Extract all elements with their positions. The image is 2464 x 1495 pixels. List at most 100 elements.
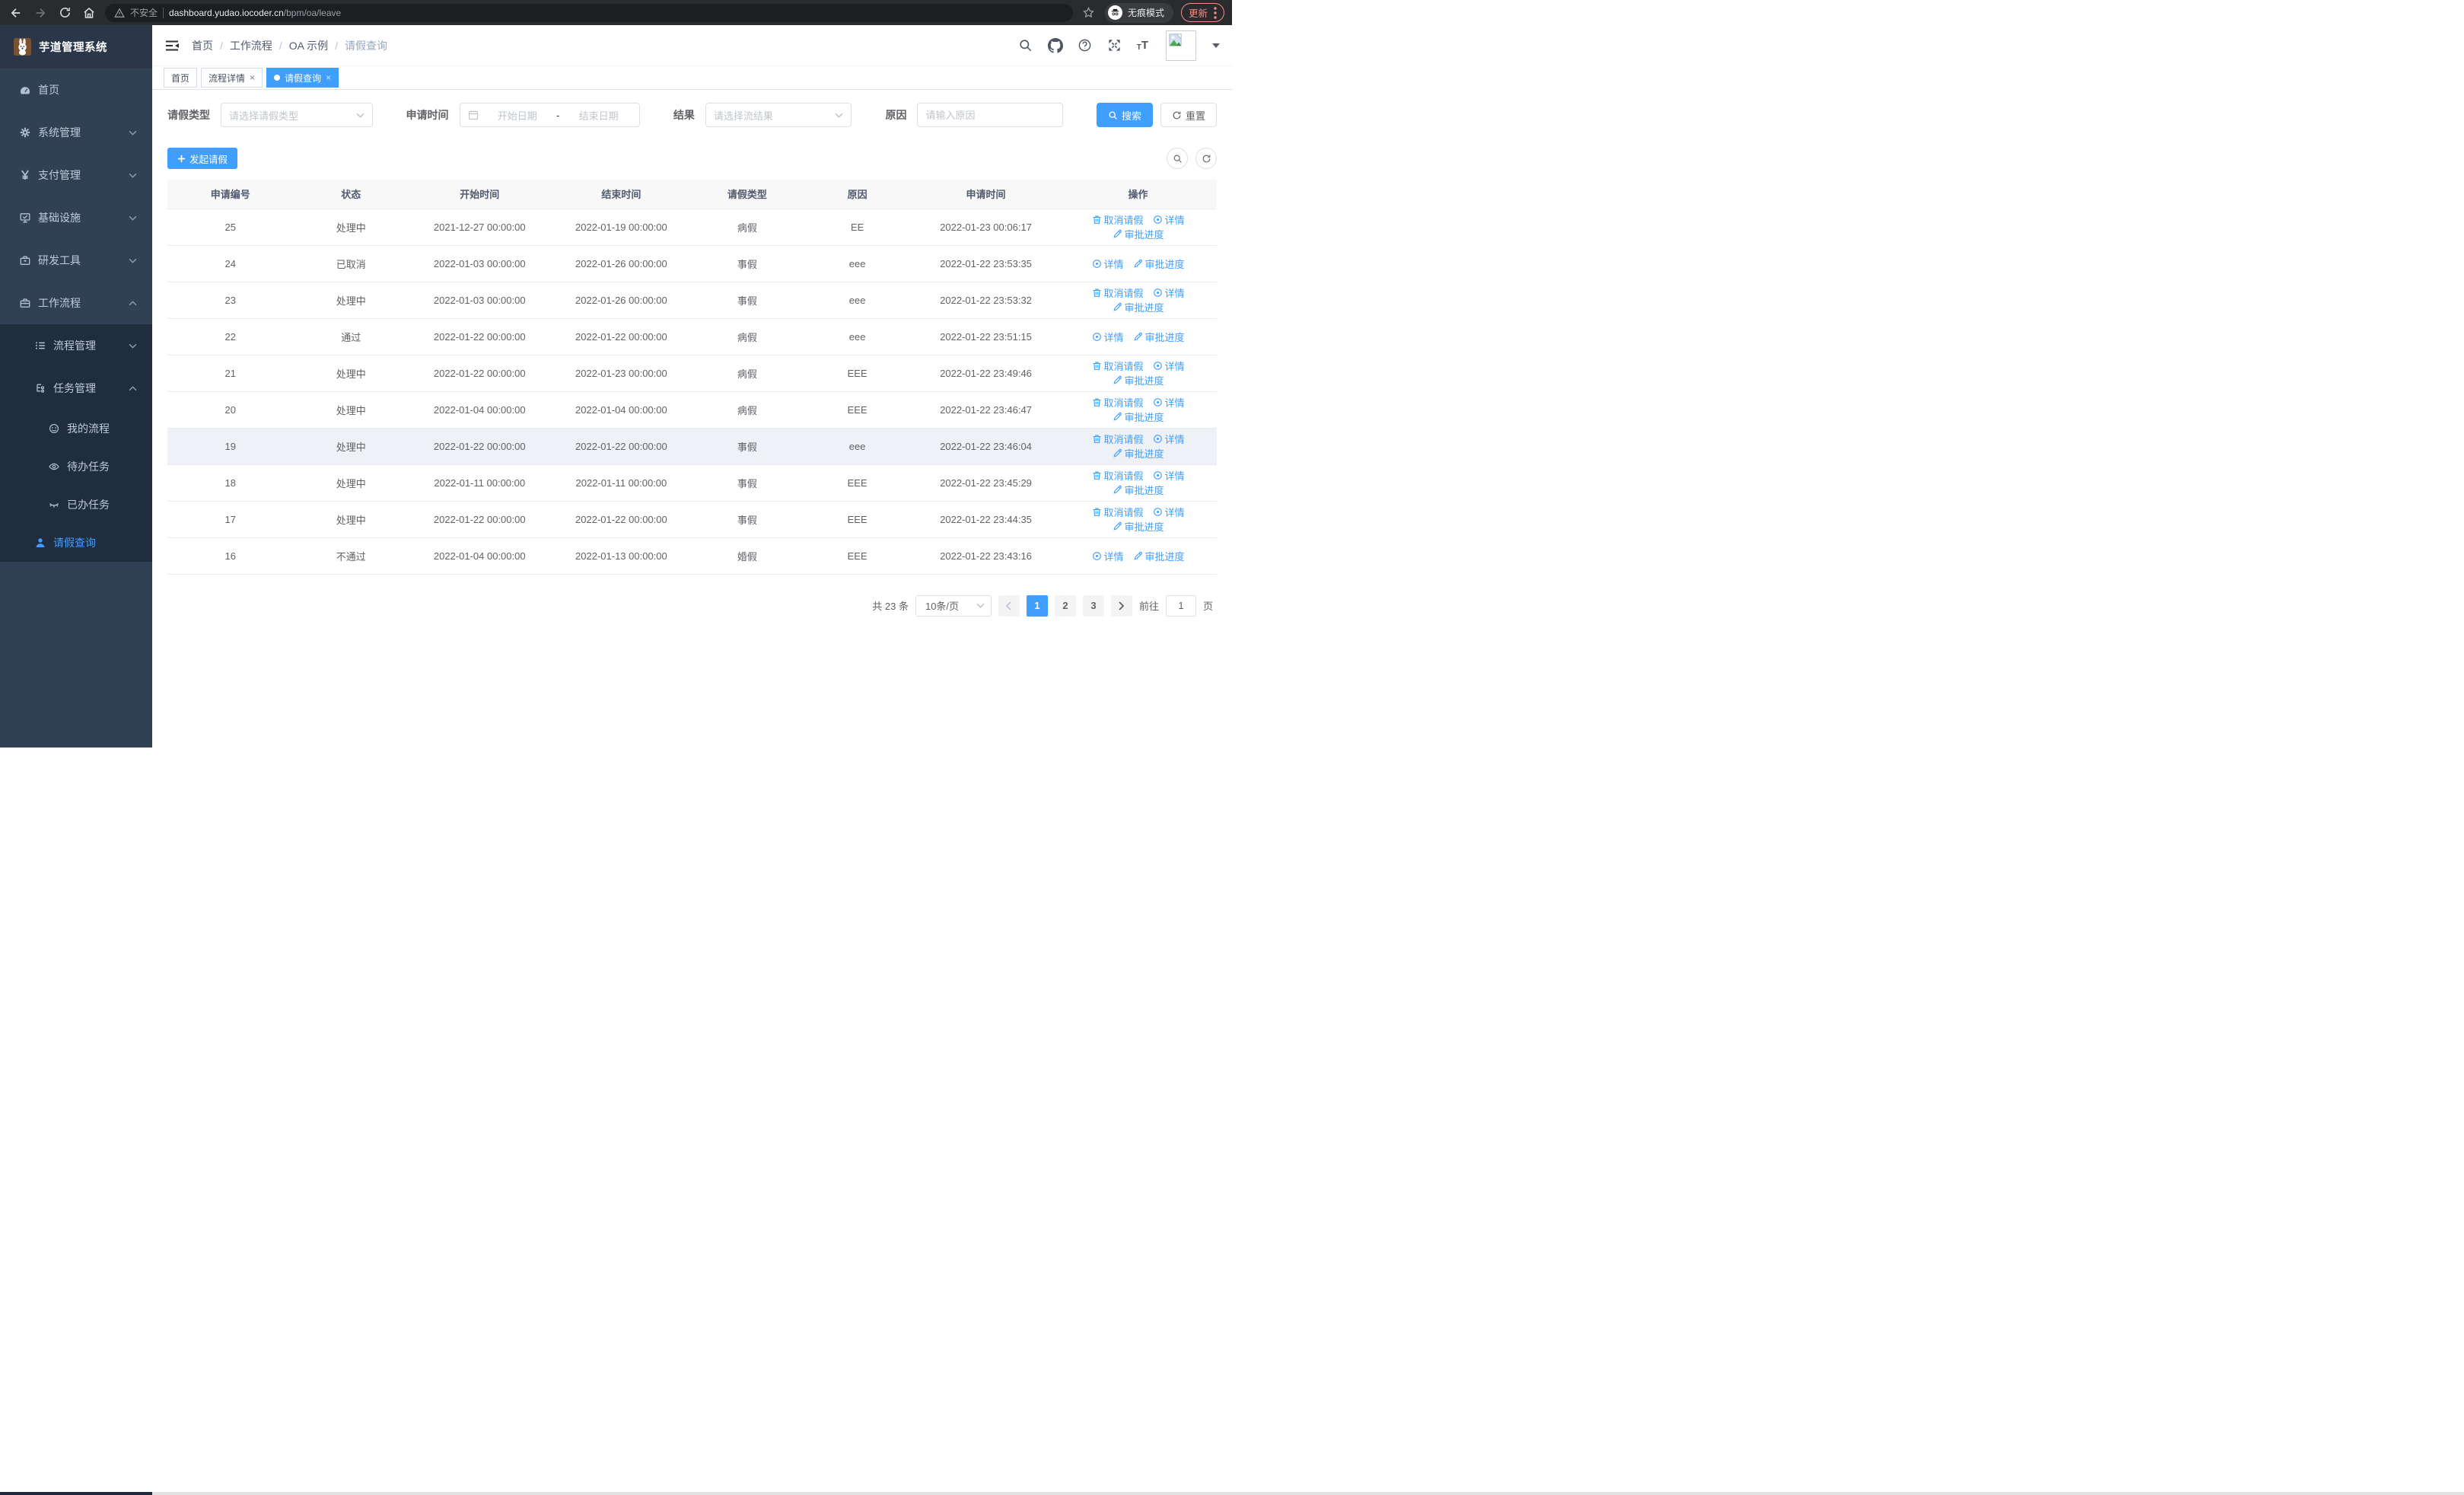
detail-action-link[interactable]: 详情 (1153, 432, 1185, 446)
forward-icon[interactable] (32, 5, 49, 21)
cell-start: 2022-01-22 00:00:00 (409, 428, 551, 465)
table-row[interactable]: 19 处理中 2022-01-22 00:00:00 2022-01-22 00:00… (167, 428, 1217, 465)
result-select[interactable]: 请选择流结果 (705, 103, 852, 127)
detail-action-link[interactable]: 详情 (1153, 395, 1185, 410)
detail-action-link[interactable]: 详情 (1153, 212, 1185, 227)
sidebar-item-todo-tasks[interactable]: 待办任务 (0, 448, 152, 486)
breadcrumb-item[interactable]: 首页 (192, 38, 213, 53)
detail-action-link[interactable]: 详情 (1092, 549, 1124, 563)
back-icon[interactable] (8, 5, 24, 21)
table-row[interactable]: 16 不通过 2022-01-04 00:00:00 2022-01-13 00:00… (167, 537, 1217, 575)
tag-home[interactable]: 首页 (164, 68, 198, 88)
page-button-1[interactable]: 1 (1026, 594, 1048, 617)
progress-action-link[interactable]: 审批进度 (1113, 519, 1164, 534)
cancel-action-link[interactable]: 取消请假 (1092, 285, 1144, 300)
sidebar-item-leave-query[interactable]: 请假查询 (0, 524, 152, 562)
cell-id: 20 (167, 391, 294, 429)
detail-action-link[interactable]: 详情 (1153, 285, 1185, 300)
table-row[interactable]: 21 处理中 2022-01-22 00:00:00 2022-01-23 00:00… (167, 355, 1217, 392)
sidebar-item-devtools[interactable]: 研发工具 (0, 239, 152, 282)
table-row[interactable]: 20 处理中 2022-01-04 00:00:00 2022-01-04 00:00… (167, 391, 1217, 429)
cell-type: 事假 (692, 245, 803, 282)
fullscreen-icon[interactable] (1107, 38, 1122, 53)
table-row[interactable]: 17 处理中 2022-01-22 00:00:00 2022-01-22 00:00… (167, 501, 1217, 538)
progress-action-link[interactable]: 审批进度 (1133, 257, 1185, 271)
sidebar-fold-icon[interactable] (164, 38, 180, 53)
table-row[interactable]: 18 处理中 2022-01-11 00:00:00 2022-01-11 00:00… (167, 464, 1217, 502)
detail-action-link[interactable]: 详情 (1092, 330, 1124, 344)
table-row[interactable]: 23 处理中 2022-01-03 00:00:00 2022-01-26 00:00… (167, 282, 1217, 319)
table-row[interactable]: 25 处理中 2021-12-27 00:00:00 2022-01-19 00:00… (167, 209, 1217, 246)
progress-action-link[interactable]: 审批进度 (1113, 446, 1164, 461)
github-icon[interactable] (1047, 37, 1063, 53)
update-button[interactable]: 更新 (1180, 3, 1224, 22)
help-icon[interactable] (1078, 38, 1093, 53)
view-icon (1153, 361, 1163, 371)
detail-action-link[interactable]: 详情 (1153, 468, 1185, 483)
tag-leave-query[interactable]: 请假查询 × (266, 68, 339, 88)
url-bar[interactable]: 不安全 dashboard.yudao.iocoder.cn/bpm/oa/le… (105, 3, 1073, 22)
reason-input[interactable] (925, 109, 1055, 121)
cell-start: 2022-01-22 00:00:00 (409, 318, 551, 355)
progress-action-link[interactable]: 审批进度 (1113, 373, 1164, 387)
breadcrumb-item[interactable]: 工作流程 (230, 38, 272, 53)
sidebar-item-my-process[interactable]: 我的流程 (0, 410, 152, 448)
breadcrumb-item[interactable]: OA 示例 (289, 38, 328, 53)
cancel-action-link[interactable]: 取消请假 (1092, 359, 1144, 373)
close-icon[interactable]: × (326, 73, 331, 82)
table-row[interactable]: 22 通过 2022-01-22 00:00:00 2022-01-22 00:00:… (167, 318, 1217, 355)
cell-status: 处理中 (293, 209, 409, 246)
list-icon (35, 340, 46, 351)
close-icon[interactable]: × (250, 73, 255, 82)
sidebar-item-done-tasks[interactable]: 已办任务 (0, 486, 152, 524)
page-size-select[interactable]: 10条/页 (915, 594, 992, 617)
progress-action-link[interactable]: 审批进度 (1113, 227, 1164, 241)
sidebar-item-task-mgmt[interactable]: 任务管理 (0, 367, 152, 410)
trash-icon (1092, 470, 1102, 480)
create-leave-button[interactable]: 发起请假 (167, 148, 238, 169)
avatar[interactable] (1166, 30, 1196, 61)
sidebar-item-home[interactable]: 首页 (0, 69, 152, 111)
cancel-action-link[interactable]: 取消请假 (1092, 505, 1144, 519)
progress-action-link[interactable]: 审批进度 (1113, 300, 1164, 314)
detail-action-link[interactable]: 详情 (1153, 505, 1185, 519)
progress-action-link[interactable]: 审批进度 (1133, 549, 1185, 563)
progress-action-link[interactable]: 审批进度 (1113, 483, 1164, 497)
page-button-2[interactable]: 2 (1054, 594, 1076, 617)
next-page-button[interactable] (1110, 594, 1132, 617)
apply-time-range-picker[interactable]: 开始日期 - 结束日期 (459, 103, 640, 127)
prev-page-button[interactable] (998, 594, 1020, 617)
reload-icon[interactable] (56, 5, 73, 21)
search-icon[interactable] (1018, 38, 1033, 53)
home-icon[interactable] (81, 5, 97, 21)
progress-action-link[interactable]: 审批进度 (1113, 410, 1164, 424)
sidebar-item-infra[interactable]: 基础设施 (0, 196, 152, 239)
sidebar-item-label: 待办任务 (67, 461, 110, 473)
goto-page-input[interactable] (1165, 594, 1196, 617)
bookmark-star-icon[interactable] (1081, 5, 1097, 21)
detail-action-link[interactable]: 详情 (1092, 257, 1124, 271)
cancel-action-link[interactable]: 取消请假 (1092, 432, 1144, 446)
sidebar-item-payment[interactable]: 支付管理 (0, 154, 152, 196)
warning-icon (114, 8, 125, 18)
leave-type-select[interactable]: 请选择请假类型 (221, 103, 373, 127)
page-button-3[interactable]: 3 (1082, 594, 1104, 617)
cancel-action-link[interactable]: 取消请假 (1092, 212, 1144, 227)
toggle-search-button[interactable] (1167, 148, 1188, 169)
search-button[interactable]: 搜索 (1096, 103, 1153, 127)
reset-button[interactable]: 重置 (1160, 103, 1218, 127)
sidebar-item-workflow[interactable]: 工作流程 (0, 282, 152, 324)
avatar-caret-icon[interactable] (1212, 43, 1220, 48)
sidebar-item-process-mgmt[interactable]: 流程管理 (0, 324, 152, 367)
menu-dots-icon[interactable] (1214, 6, 1217, 19)
tag-process-detail[interactable]: 流程详情 × (201, 68, 263, 88)
cancel-action-link[interactable]: 取消请假 (1092, 395, 1144, 410)
font-size-icon[interactable]: TT (1137, 39, 1148, 52)
action-label: 详情 (1103, 550, 1124, 563)
progress-action-link[interactable]: 审批进度 (1133, 330, 1185, 344)
detail-action-link[interactable]: 详情 (1153, 359, 1185, 373)
cancel-action-link[interactable]: 取消请假 (1092, 468, 1144, 483)
table-row[interactable]: 24 已取消 2022-01-03 00:00:00 2022-01-26 00:00… (167, 245, 1217, 282)
refresh-button[interactable] (1195, 148, 1217, 169)
sidebar-item-system[interactable]: 系统管理 (0, 111, 152, 154)
